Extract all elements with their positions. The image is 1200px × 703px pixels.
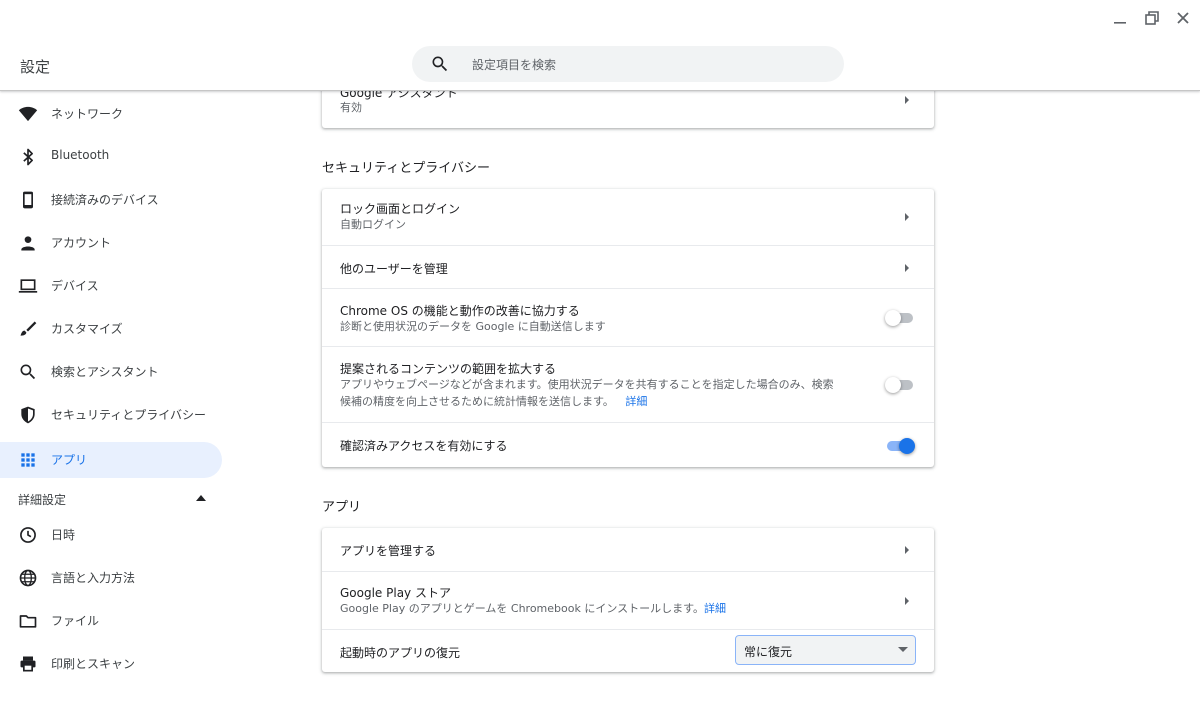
manage-apps-row[interactable]: アプリを管理する xyxy=(322,528,934,571)
google-play-desc: Google Play のアプリとゲームを Chromebook にインストール… xyxy=(340,602,705,615)
suggested-content-desc-line2: 候補の精度を向上させるために統計情報を送信します。 詳細 xyxy=(340,393,647,411)
improve-chromeos-subtitle: 診断と使用状況のデータを Google に自動送信します xyxy=(340,320,606,333)
google-play-title: Google Play ストア xyxy=(340,586,451,600)
app-restore-row: 起動時のアプリの復元 常に復元 xyxy=(322,629,934,673)
assistant-status: 有効 xyxy=(340,101,362,114)
header-bar: 設定 xyxy=(0,0,1200,91)
apps-card: アプリを管理する Google Play ストア Google Play のアプ… xyxy=(322,528,934,672)
verified-access-title: 確認済みアクセスを有効にする xyxy=(340,439,508,453)
toggle-knob xyxy=(899,438,915,454)
search-icon xyxy=(432,56,448,72)
verified-access-row: 確認済みアクセスを有効にする xyxy=(322,422,934,468)
search-box[interactable] xyxy=(412,46,844,84)
lock-screen-row[interactable]: ロック画面とログイン 自動ログイン xyxy=(322,189,934,245)
arrow-right-icon xyxy=(905,264,909,272)
google-play-learn-more-link[interactable]: 詳細 xyxy=(704,602,726,615)
suggested-content-title: 提案されるコンテンツの範囲を拡大する xyxy=(340,362,557,376)
google-play-row[interactable]: Google Play ストア Google Play のアプリとゲームを Ch… xyxy=(322,571,934,630)
close-icon[interactable] xyxy=(1171,6,1195,30)
google-play-subtitle: Google Play のアプリとゲームを Chromebook にインストール… xyxy=(340,600,726,618)
improve-chromeos-row: Chrome OS の機能と動作の改善に協力する 診断と使用状況のデータを Go… xyxy=(322,288,934,347)
manage-users-title: 他のユーザーを管理 xyxy=(340,262,448,276)
minimize-icon[interactable] xyxy=(1108,6,1132,30)
improve-chromeos-toggle[interactable] xyxy=(885,309,915,327)
toggle-knob xyxy=(885,310,901,326)
restore-icon[interactable] xyxy=(1140,6,1164,30)
suggested-content-desc-line1: アプリやウェブページなどが含まれます。使用状況データを共有することを指定した場合… xyxy=(340,378,834,391)
lock-screen-title: ロック画面とログイン xyxy=(340,202,461,216)
dropdown-caret-icon xyxy=(898,647,908,652)
security-section-title: セキュリティとプライバシー xyxy=(322,161,490,176)
learn-more-link[interactable]: 詳細 xyxy=(625,395,647,408)
main-content: Google アシスタント 有効 セキュリティとプライバシー ロック画面とログイ… xyxy=(0,0,1200,703)
lock-screen-subtitle: 自動ログイン xyxy=(340,218,406,231)
arrow-right-icon xyxy=(905,597,909,605)
suggested-content-row: 提案されるコンテンツの範囲を拡大する アプリやウェブページなどが含まれます。使用… xyxy=(322,346,934,423)
app-restore-selected-value: 常に復元 xyxy=(744,645,793,659)
arrow-right-icon xyxy=(905,96,909,104)
app-restore-select[interactable]: 常に復元 xyxy=(735,635,916,665)
arrow-right-icon xyxy=(905,213,909,221)
suggested-content-toggle[interactable] xyxy=(885,376,915,394)
apps-section-title: アプリ xyxy=(322,500,362,515)
improve-chromeos-title: Chrome OS の機能と動作の改善に協力する xyxy=(340,304,580,318)
app-title: 設定 xyxy=(20,58,51,76)
security-card: ロック画面とログイン 自動ログイン 他のユーザーを管理 Chrome OS の機… xyxy=(322,189,934,467)
app-restore-title: 起動時のアプリの復元 xyxy=(340,646,461,660)
toggle-knob xyxy=(885,377,901,393)
manage-apps-title: アプリを管理する xyxy=(340,544,437,558)
suggested-content-desc-text: 候補の精度を向上させるために統計情報を送信します。 xyxy=(340,395,614,408)
search-input[interactable] xyxy=(470,46,834,84)
verified-access-toggle[interactable] xyxy=(885,437,915,455)
arrow-right-icon xyxy=(905,546,909,554)
manage-users-row[interactable]: 他のユーザーを管理 xyxy=(322,245,934,289)
